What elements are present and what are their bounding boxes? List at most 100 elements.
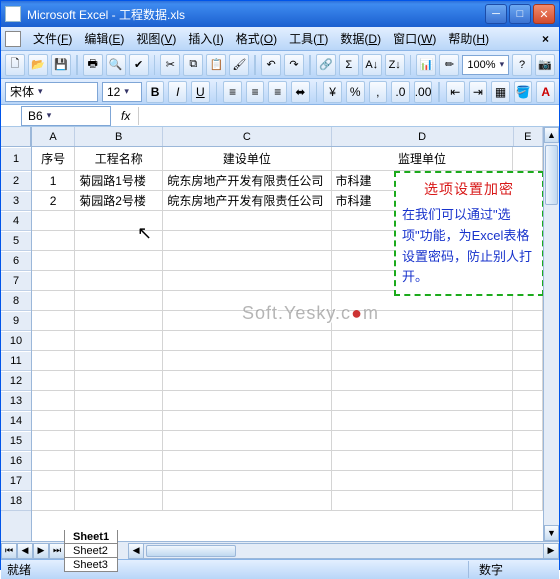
save-icon[interactable]: 💾	[51, 54, 71, 76]
cell[interactable]	[513, 391, 543, 411]
cell[interactable]	[332, 391, 514, 411]
cell[interactable]: 菊园路1号楼	[75, 171, 163, 191]
scroll-up-button[interactable]: ▲	[544, 127, 559, 143]
cell[interactable]	[513, 431, 543, 451]
copy-icon[interactable]: ⧉	[183, 54, 203, 76]
cell[interactable]	[75, 391, 163, 411]
row-header-15[interactable]: 15	[1, 431, 31, 451]
row-header-3[interactable]: 3	[1, 191, 31, 211]
cell[interactable]: 皖东房地产开发有限责任公司	[163, 171, 331, 191]
row-header-17[interactable]: 17	[1, 471, 31, 491]
row-header-12[interactable]: 12	[1, 371, 31, 391]
row-header-11[interactable]: 11	[1, 351, 31, 371]
cell[interactable]: 皖东房地产开发有限责任公司	[163, 191, 331, 211]
cell[interactable]	[32, 391, 75, 411]
cell[interactable]: 1	[32, 171, 75, 191]
print-icon[interactable]: 🖶	[83, 54, 103, 76]
format-painter-icon[interactable]: 🖌	[229, 54, 249, 76]
increase-decimal-button[interactable]: .0	[391, 81, 410, 103]
tab-nav-next[interactable]: ▶	[33, 543, 49, 559]
cell[interactable]	[32, 331, 75, 351]
borders-button[interactable]: ▦	[491, 81, 510, 103]
cell[interactable]: 建设单位	[163, 147, 331, 171]
currency-button[interactable]: ¥	[323, 81, 342, 103]
cell[interactable]	[332, 371, 514, 391]
cell[interactable]	[513, 491, 543, 511]
cell[interactable]	[163, 471, 331, 491]
horizontal-scrollbar[interactable]: ◀ ▶	[128, 543, 559, 559]
col-header-B[interactable]: B	[75, 127, 163, 146]
cut-icon[interactable]: ✂	[160, 54, 180, 76]
cell[interactable]	[32, 471, 75, 491]
menu-v[interactable]: 视图(V)	[130, 30, 182, 48]
cell[interactable]	[32, 411, 75, 431]
underline-button[interactable]: U	[191, 81, 210, 103]
menu-o[interactable]: 格式(O)	[230, 30, 283, 48]
align-center-button[interactable]: ≡	[246, 81, 265, 103]
preview-icon[interactable]: 🔍	[106, 54, 126, 76]
cell[interactable]	[32, 491, 75, 511]
zoom-combo[interactable]: 100%	[462, 55, 509, 75]
col-header-C[interactable]: C	[163, 127, 331, 146]
spellcheck-icon[interactable]: ✔	[129, 54, 149, 76]
col-header-D[interactable]: D	[332, 127, 514, 146]
open-icon[interactable]: 📂	[28, 54, 48, 76]
cell[interactable]	[75, 231, 163, 251]
tab-nav-prev[interactable]: ◀	[17, 543, 33, 559]
cell[interactable]	[75, 331, 163, 351]
row-header-14[interactable]: 14	[1, 411, 31, 431]
cell[interactable]	[32, 351, 75, 371]
cell[interactable]: 监理单位	[332, 147, 514, 171]
cell[interactable]	[332, 471, 514, 491]
help-icon[interactable]: ?	[512, 54, 532, 76]
cell[interactable]	[513, 147, 543, 171]
row-header-6[interactable]: 6	[1, 251, 31, 271]
cell[interactable]: 菊园路2号楼	[75, 191, 163, 211]
scroll-left-button[interactable]: ◀	[128, 543, 144, 559]
row-header-4[interactable]: 4	[1, 211, 31, 231]
cell[interactable]	[75, 251, 163, 271]
font-size-combo[interactable]: 12	[102, 82, 142, 102]
menu-f[interactable]: 文件(F)	[27, 30, 78, 48]
chart-icon[interactable]: 📊	[416, 54, 436, 76]
row-header-7[interactable]: 7	[1, 271, 31, 291]
italic-button[interactable]: I	[168, 81, 187, 103]
font-color-button[interactable]: A	[536, 81, 555, 103]
cell[interactable]	[75, 211, 163, 231]
cell[interactable]	[513, 411, 543, 431]
row-header-2[interactable]: 2	[1, 171, 31, 191]
align-right-button[interactable]: ≡	[268, 81, 287, 103]
cell[interactable]	[513, 451, 543, 471]
hscroll-thumb[interactable]	[146, 545, 236, 557]
cell[interactable]	[75, 371, 163, 391]
cell[interactable]	[163, 491, 331, 511]
scroll-right-button[interactable]: ▶	[543, 543, 559, 559]
menu-t[interactable]: 工具(T)	[283, 30, 334, 48]
cell[interactable]	[163, 231, 331, 251]
row-header-5[interactable]: 5	[1, 231, 31, 251]
cell[interactable]	[75, 471, 163, 491]
cell[interactable]	[163, 251, 331, 271]
undo-icon[interactable]: ↶	[261, 54, 281, 76]
formula-input[interactable]	[138, 107, 559, 125]
hyperlink-icon[interactable]: 🔗	[316, 54, 336, 76]
decrease-indent-button[interactable]: ⇤	[446, 81, 465, 103]
row-header-13[interactable]: 13	[1, 391, 31, 411]
cell[interactable]	[32, 371, 75, 391]
cell[interactable]	[513, 371, 543, 391]
comma-button[interactable]: ,	[369, 81, 388, 103]
menu-i[interactable]: 插入(I)	[182, 30, 229, 48]
menu-w[interactable]: 窗口(W)	[387, 30, 442, 48]
minimize-button[interactable]: ─	[485, 4, 507, 24]
cell[interactable]: 工程名称	[75, 147, 163, 171]
row-header-18[interactable]: 18	[1, 491, 31, 511]
cell[interactable]	[163, 211, 331, 231]
cell[interactable]	[75, 271, 163, 291]
close-button[interactable]: ✕	[533, 4, 555, 24]
camera-icon[interactable]: 📷	[535, 54, 555, 76]
cell[interactable]	[513, 351, 543, 371]
sort-asc-icon[interactable]: A↓	[362, 54, 382, 76]
col-header-A[interactable]: A	[32, 127, 75, 146]
cell[interactable]	[75, 291, 163, 311]
redo-icon[interactable]: ↷	[284, 54, 304, 76]
